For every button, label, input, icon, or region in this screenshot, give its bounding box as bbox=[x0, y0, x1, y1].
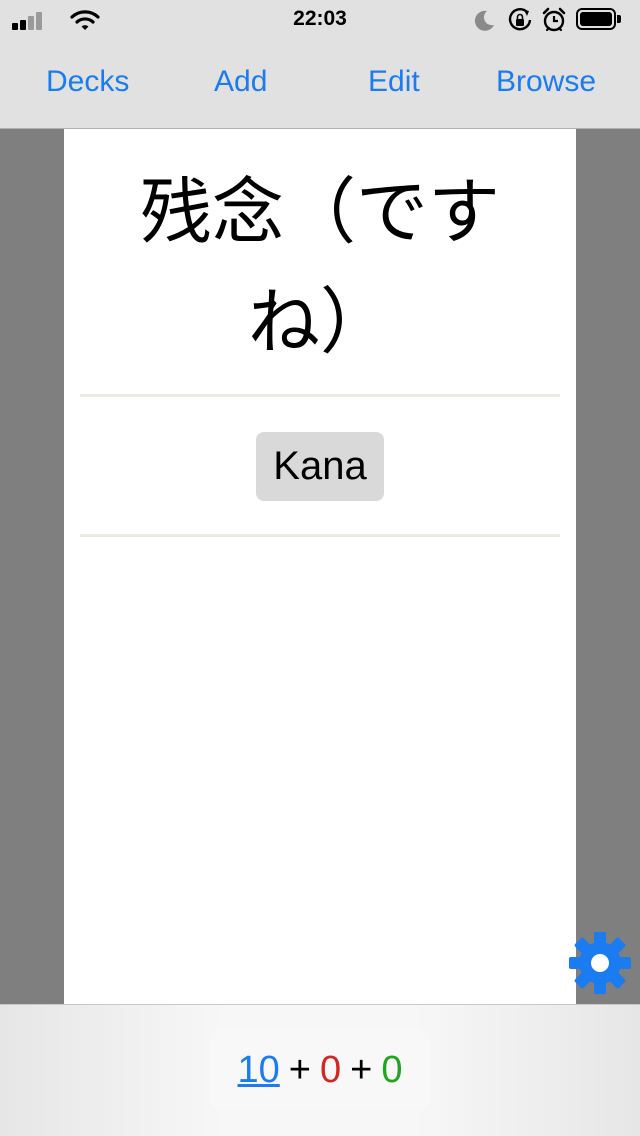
alarm-icon bbox=[542, 7, 566, 32]
divider bbox=[80, 394, 560, 397]
due-counts: 10 + 0 + 0 bbox=[210, 1030, 430, 1110]
edit-button[interactable]: Edit bbox=[368, 65, 420, 99]
decks-button[interactable]: Decks bbox=[46, 65, 129, 99]
rotation-lock-icon bbox=[508, 7, 532, 31]
gear-icon[interactable] bbox=[568, 931, 632, 995]
bottom-bar: 10 + 0 + 0 bbox=[0, 1004, 640, 1136]
add-button[interactable]: Add bbox=[214, 65, 267, 99]
learning-count: 0 bbox=[320, 1048, 342, 1091]
kana-hint-button[interactable]: Kana bbox=[256, 432, 384, 501]
do-not-disturb-moon-icon bbox=[474, 10, 494, 31]
flashcard: 残念（ですね） Kana bbox=[64, 129, 576, 1004]
card-front-text: 残念（ですね） bbox=[139, 170, 500, 364]
divider bbox=[80, 534, 560, 537]
new-count[interactable]: 10 bbox=[238, 1049, 280, 1092]
status-bar: 22:03 bbox=[0, 0, 640, 40]
review-count: 0 bbox=[381, 1048, 403, 1091]
battery-icon bbox=[576, 8, 622, 32]
navigation-bar: Decks Add Edit Browse bbox=[0, 40, 640, 129]
plus-separator: + bbox=[350, 1048, 373, 1091]
plus-separator: + bbox=[288, 1048, 311, 1091]
browse-button[interactable]: Browse bbox=[496, 65, 596, 99]
